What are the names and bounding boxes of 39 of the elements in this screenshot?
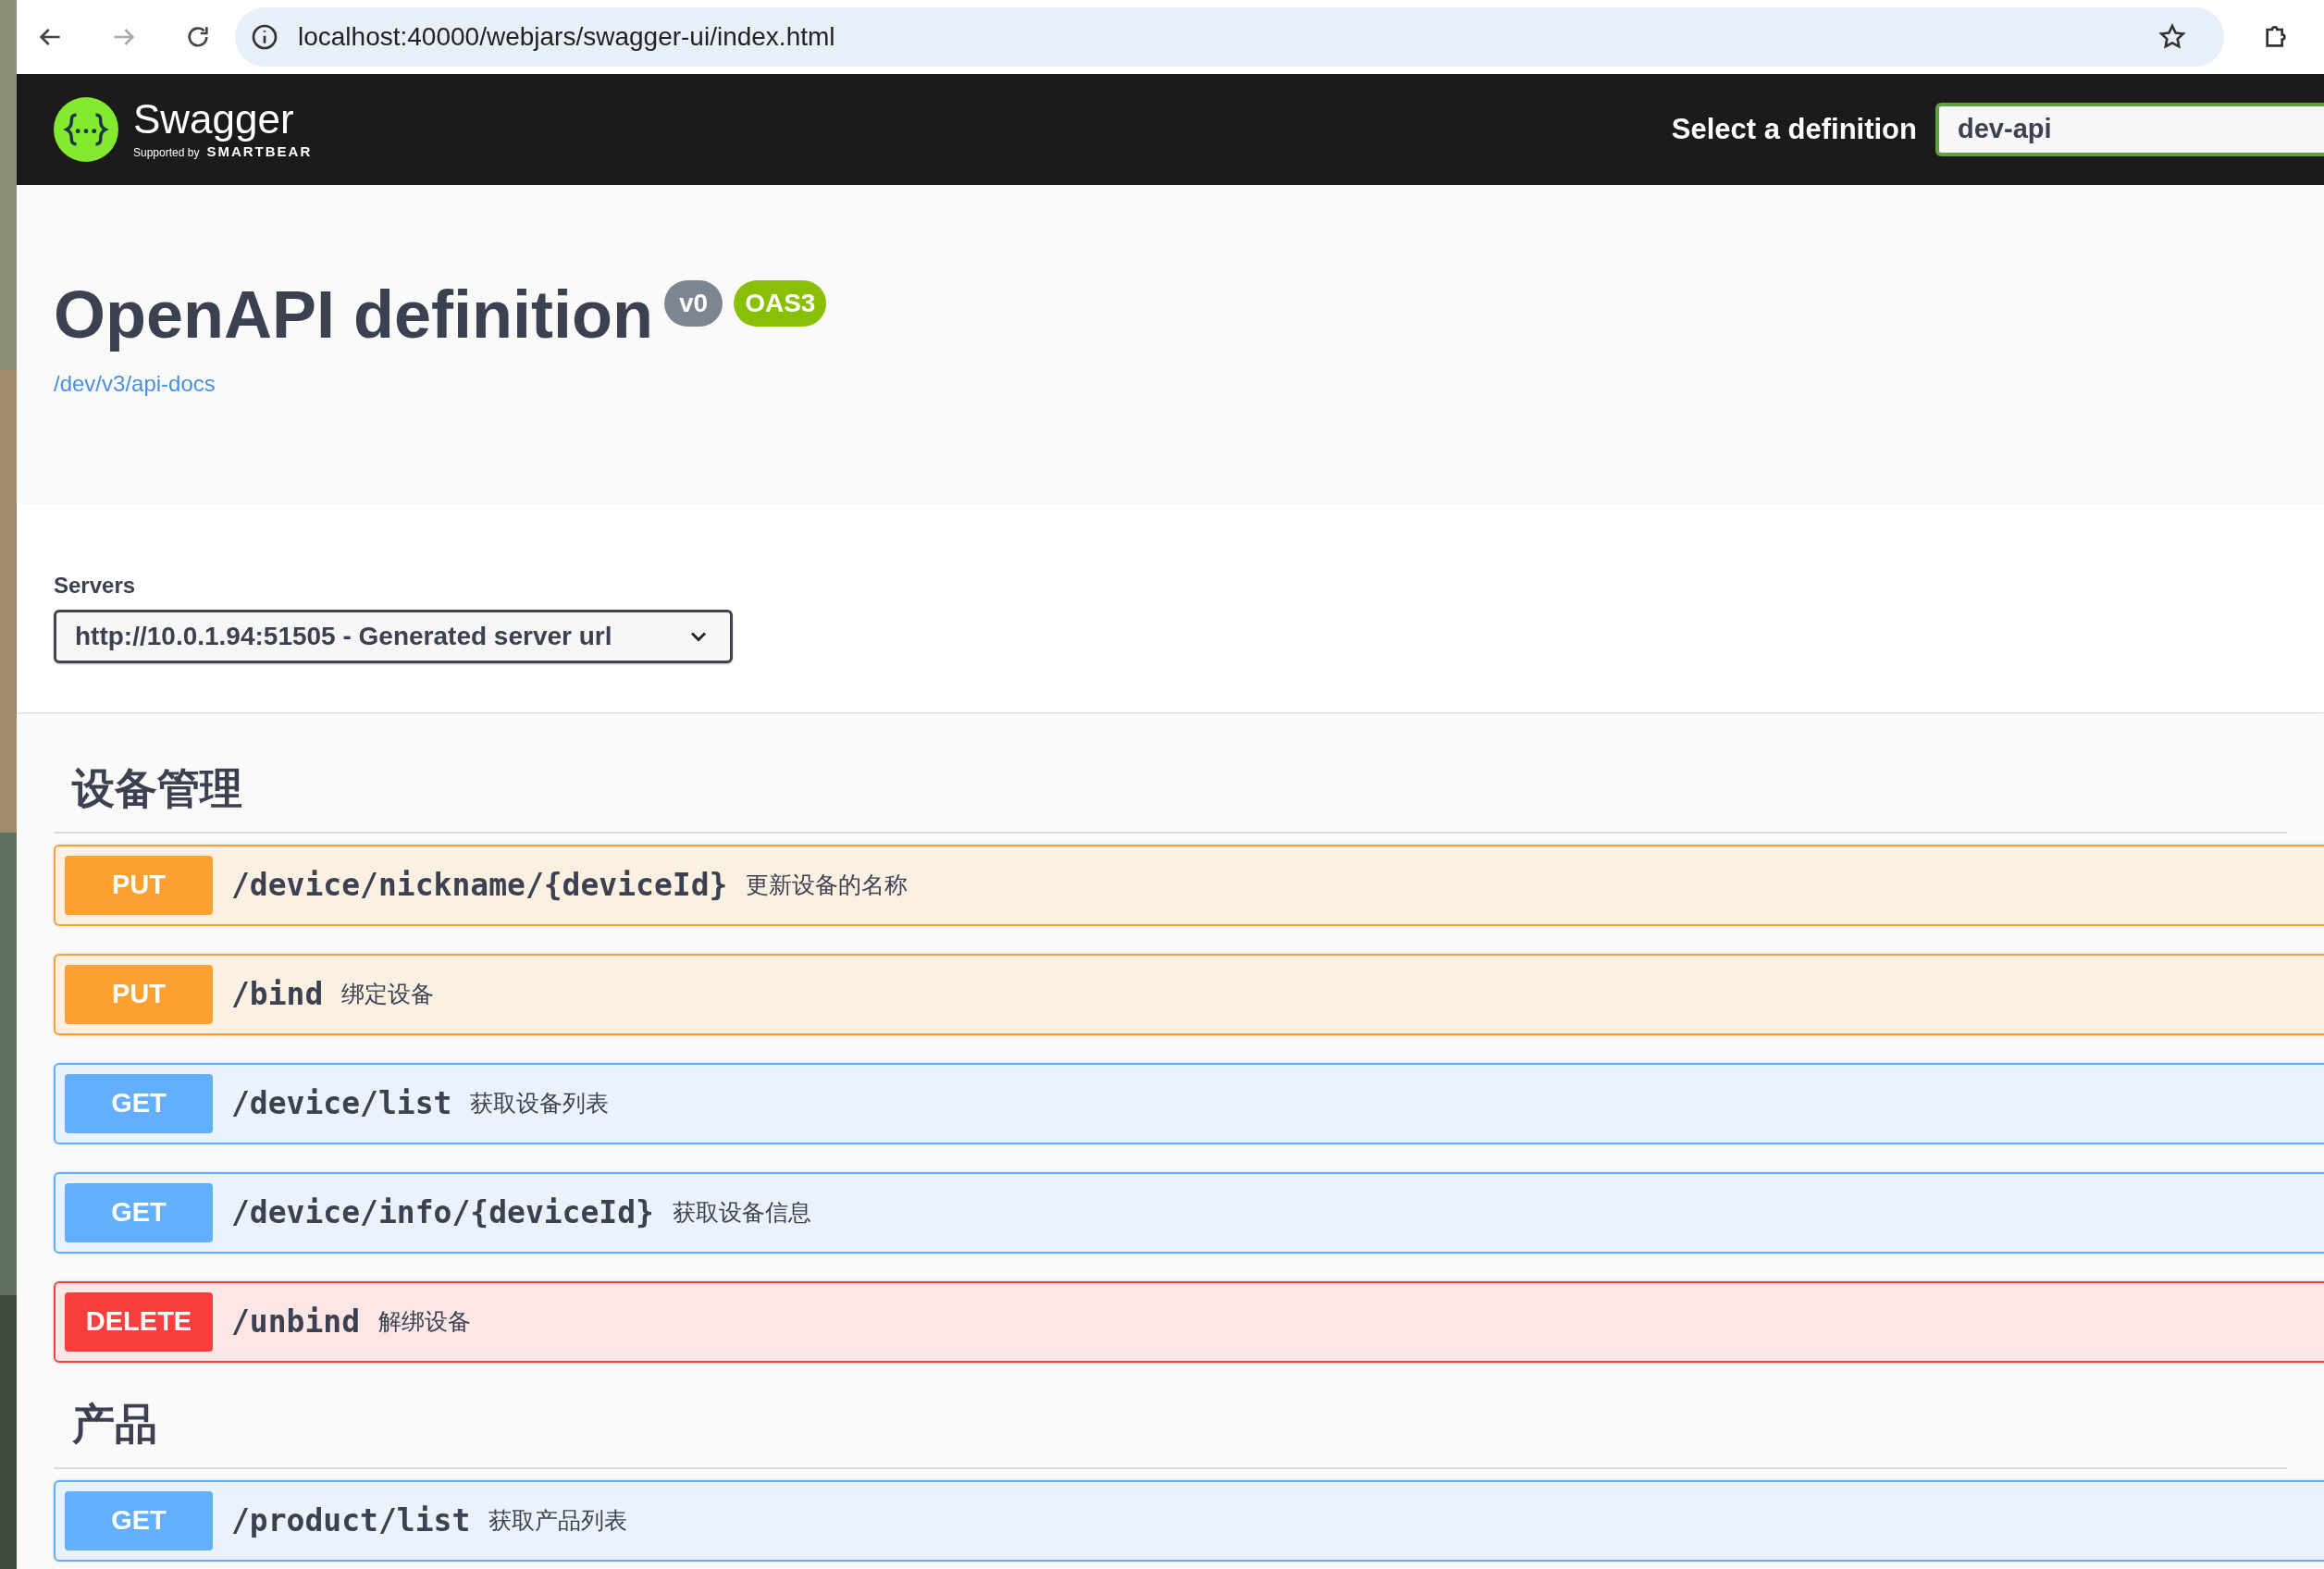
method-badge: GET bbox=[65, 1491, 213, 1550]
operation-summary: 获取设备信息 bbox=[672, 1198, 811, 1228]
operation-row[interactable]: DELETE /unbind 解绑设备 bbox=[54, 1281, 2324, 1363]
method-badge: GET bbox=[65, 1183, 213, 1242]
operation-path: /device/list bbox=[231, 1084, 452, 1124]
operation-path: /device/nickname/{deviceId} bbox=[231, 866, 728, 906]
operation-row[interactable]: PUT /device/nickname/{deviceId} 更新设备的名称 bbox=[54, 845, 2324, 926]
operation-path: /product/list bbox=[231, 1501, 471, 1541]
logo-text: Swagger bbox=[133, 96, 295, 142]
operation-row[interactable]: GET /device/info/{deviceId} 获取设备信息 bbox=[54, 1172, 2324, 1254]
api-title: OpenAPI definition bbox=[54, 277, 653, 353]
servers-select[interactable]: http://10.0.1.94:51505 - Generated server url bbox=[54, 610, 733, 663]
definition-select[interactable]: dev-api bbox=[1935, 103, 2324, 156]
method-badge: GET bbox=[65, 1074, 213, 1133]
swagger-logo-icon bbox=[54, 97, 118, 162]
operation-path: /device/info/{deviceId} bbox=[231, 1193, 654, 1233]
operation-row[interactable]: GET /product/list 获取产品列表 bbox=[54, 1480, 2324, 1562]
operation-path: /unbind bbox=[231, 1303, 361, 1342]
info-icon bbox=[250, 22, 279, 52]
logo-subtitle: Supported by bbox=[133, 144, 200, 161]
logo-brand: SMARTBEAR bbox=[206, 142, 313, 161]
address-bar[interactable]: localhost:40000/webjars/swagger-ui/index.html bbox=[235, 7, 2224, 67]
operation-summary: 解绑设备 bbox=[378, 1307, 472, 1337]
operation-summary: 获取产品列表 bbox=[488, 1506, 628, 1536]
tag-heading[interactable]: 设备管理 bbox=[72, 764, 242, 812]
operation-summary: 绑定设备 bbox=[341, 980, 435, 1009]
operation-row[interactable]: PUT /bind 绑定设备 bbox=[54, 954, 2324, 1035]
method-badge: PUT bbox=[65, 856, 213, 915]
spec-badge: OAS3 bbox=[734, 280, 827, 327]
definition-label: Select a definition bbox=[1671, 111, 1917, 147]
operation-summary: 更新设备的名称 bbox=[746, 871, 909, 900]
servers-label: Servers bbox=[54, 572, 136, 599]
version-badge: v0 bbox=[663, 280, 723, 327]
operation-path: /bind bbox=[231, 975, 324, 1015]
operation-row[interactable]: GET /device/list 获取设备列表 bbox=[54, 1063, 2324, 1144]
operation-summary: 获取设备列表 bbox=[470, 1089, 610, 1118]
tag-heading[interactable]: 产品 bbox=[72, 1400, 157, 1448]
method-badge: PUT bbox=[65, 965, 213, 1024]
method-badge: DELETE bbox=[65, 1292, 213, 1352]
